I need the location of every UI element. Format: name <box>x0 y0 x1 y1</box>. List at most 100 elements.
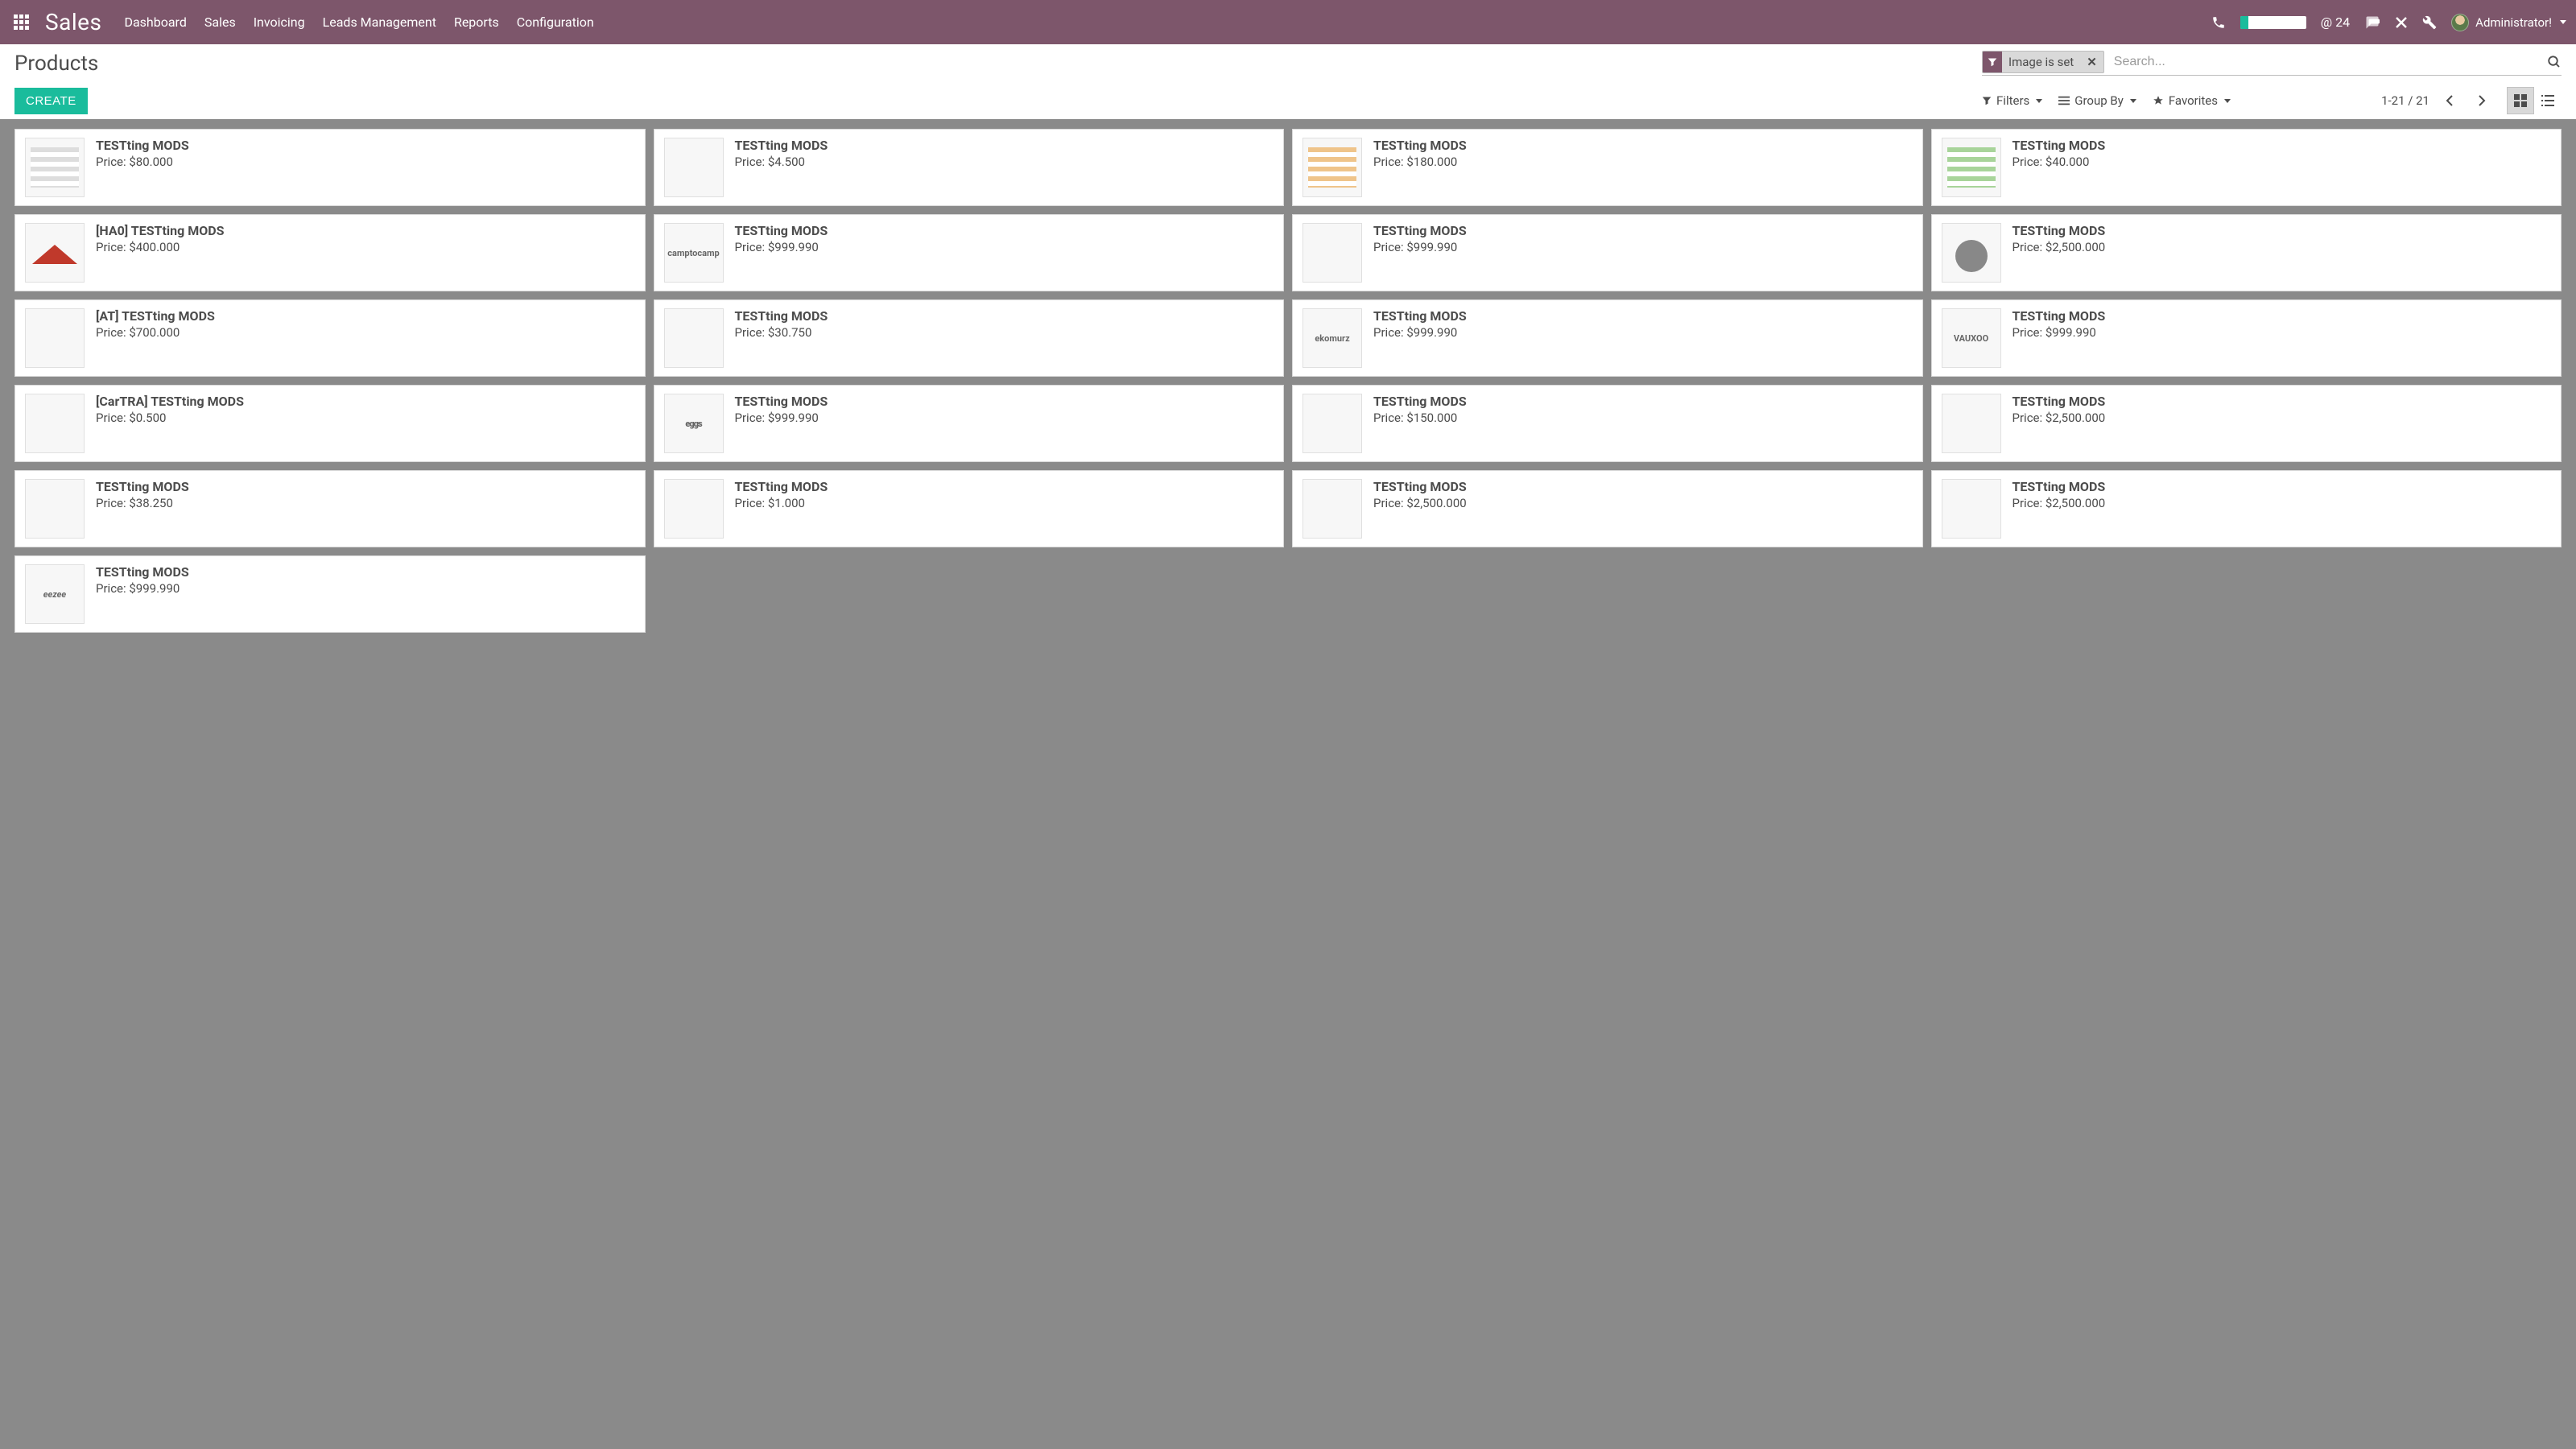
product-info: TESTting MODSPrice: $40.000 <box>2013 138 2552 169</box>
product-price: Price: $30.750 <box>735 325 1274 340</box>
product-name: [CarTRA] TESTting MODS <box>96 394 635 409</box>
apps-icon[interactable] <box>10 10 34 35</box>
pager-prev-button[interactable] <box>2438 89 2462 113</box>
filters-button[interactable]: Filters <box>1982 93 2042 108</box>
user-name: Administrator! <box>2475 15 2552 30</box>
phone-icon[interactable] <box>2211 15 2226 30</box>
search-icon[interactable] <box>2547 55 2562 69</box>
top-navbar: Sales Dashboard Sales Invoicing Leads Manag… <box>0 0 2576 44</box>
product-info: [AT] TESTting MODSPrice: $700.000 <box>96 308 635 340</box>
product-card[interactable]: eggsTESTting MODSPrice: $999.990 <box>654 385 1285 462</box>
close-icon[interactable] <box>2395 16 2408 29</box>
create-button[interactable]: CREATE <box>14 88 88 114</box>
product-card[interactable]: [HA0] TESTting MODSPrice: $400.000 <box>14 214 646 291</box>
product-price: Price: $180.000 <box>1373 155 1913 169</box>
product-info: TESTting MODSPrice: $2,500.000 <box>1373 479 1913 510</box>
product-info: TESTting MODSPrice: $999.990 <box>1373 308 1913 340</box>
product-info: TESTting MODSPrice: $2,500.000 <box>2013 479 2552 510</box>
product-card[interactable]: TESTting MODSPrice: $30.750 <box>654 299 1285 377</box>
product-card[interactable]: TESTting MODSPrice: $40.000 <box>1931 129 2562 206</box>
product-info: [CarTRA] TESTting MODSPrice: $0.500 <box>96 394 635 425</box>
product-name: TESTting MODS <box>1373 138 1913 153</box>
product-name: TESTting MODS <box>96 479 635 494</box>
chevron-down-icon <box>2036 99 2042 103</box>
product-thumbnail: eezee <box>25 564 85 624</box>
product-card[interactable]: TESTting MODSPrice: $2,500.000 <box>1931 214 2562 291</box>
messages-button[interactable]: @ 24 <box>2321 14 2350 30</box>
product-info: [HA0] TESTting MODSPrice: $400.000 <box>96 223 635 254</box>
chat-icon[interactable] <box>2364 15 2380 30</box>
top-menu-item[interactable]: Sales <box>204 14 236 30</box>
product-thumbnail <box>1942 479 2001 539</box>
product-card[interactable]: TESTting MODSPrice: $4.500 <box>654 129 1285 206</box>
funnel-icon <box>1983 52 2002 72</box>
app-brand[interactable]: Sales <box>45 9 101 35</box>
favorites-button[interactable]: Favorites <box>2153 93 2231 108</box>
pager-text[interactable]: 1-21 / 21 <box>2381 93 2429 108</box>
facet-label: Image is set <box>2002 55 2080 69</box>
product-name: TESTting MODS <box>96 564 635 580</box>
product-card[interactable]: ekomurz TESTting MODSPrice: $999.990 <box>1292 299 1923 377</box>
product-name: TESTting MODS <box>1373 223 1913 238</box>
product-name: TESTting MODS <box>735 308 1274 324</box>
product-thumbnail <box>25 223 85 283</box>
product-card[interactable]: TESTting MODSPrice: $2,500.000 <box>1931 385 2562 462</box>
user-menu[interactable]: Administrator! <box>2451 14 2566 31</box>
product-name: [AT] TESTting MODS <box>96 308 635 324</box>
product-card[interactable]: [AT] TESTting MODSPrice: $700.000 <box>14 299 646 377</box>
product-info: TESTting MODSPrice: $80.000 <box>96 138 635 169</box>
product-card[interactable]: TESTting MODS Price: $180.000 <box>1292 129 1923 206</box>
product-thumbnail <box>664 479 724 539</box>
product-card[interactable]: TESTting MODSPrice: $2,500.000 <box>1931 470 2562 547</box>
product-card[interactable]: VAUXOOTESTting MODSPrice: $999.990 <box>1931 299 2562 377</box>
product-thumbnail: ekomurz <box>1302 308 1362 368</box>
product-info: TESTting MODSPrice: $999.990 <box>1373 223 1913 254</box>
search-facet: Image is set ✕ <box>1982 51 2104 73</box>
product-card[interactable]: TESTting MODSPrice: $150.000 <box>1292 385 1923 462</box>
top-menu-item[interactable]: Reports <box>454 14 499 30</box>
product-thumbnail <box>25 138 85 197</box>
product-card[interactable]: TESTting MODSPrice: $999.990 <box>1292 214 1923 291</box>
search-input[interactable] <box>2109 52 2542 72</box>
wrench-icon[interactable] <box>2422 15 2437 30</box>
product-card[interactable]: TESTting MODSPrice: $80.000 <box>14 129 646 206</box>
product-card[interactable]: eezeeTESTting MODSPrice: $999.990 <box>14 555 646 633</box>
product-price: Price: $2,500.000 <box>2013 240 2552 254</box>
product-info: TESTting MODSPrice: $2,500.000 <box>2013 223 2552 254</box>
product-card[interactable]: TESTting MODS Price: $38.250 <box>14 470 646 547</box>
product-card[interactable]: [CarTRA] TESTting MODSPrice: $0.500 <box>14 385 646 462</box>
product-thumbnail: VAUXOO <box>1942 308 2001 368</box>
product-price: Price: $999.990 <box>1373 325 1913 340</box>
product-name: TESTting MODS <box>735 223 1274 238</box>
product-thumbnail <box>1302 479 1362 539</box>
groupby-button[interactable]: Group By <box>2058 93 2136 108</box>
product-thumbnail <box>664 308 724 368</box>
product-name: TESTting MODS <box>735 479 1274 494</box>
product-info: TESTting MODSPrice: $2,500.000 <box>2013 394 2552 425</box>
facet-remove-button[interactable]: ✕ <box>2080 55 2103 69</box>
top-menu-item[interactable]: Configuration <box>517 14 594 30</box>
progress-indicator[interactable] <box>2240 16 2306 29</box>
product-price: Price: $2,500.000 <box>2013 411 2552 425</box>
product-price: Price: $80.000 <box>96 155 635 169</box>
kanban-view-button[interactable] <box>2507 87 2534 114</box>
product-thumbnail <box>25 479 85 539</box>
product-price: Price: $4.500 <box>735 155 1274 169</box>
product-card[interactable]: camptocampTESTting MODSPrice: $999.990 <box>654 214 1285 291</box>
top-menu-item[interactable]: Invoicing <box>254 14 305 30</box>
product-price: Price: $38.250 <box>96 496 635 510</box>
product-price: Price: $1.000 <box>735 496 1274 510</box>
product-thumbnail <box>664 138 724 197</box>
pager-next-button[interactable] <box>2470 89 2494 113</box>
product-card[interactable]: TESTting MODS Price: $1.000 <box>654 470 1285 547</box>
product-name: TESTting MODS <box>2013 479 2552 494</box>
product-name: TESTting MODS <box>2013 308 2552 324</box>
product-info: TESTting MODSPrice: $999.990 <box>735 394 1274 425</box>
top-menu-item[interactable]: Leads Management <box>323 14 436 30</box>
list-view-button[interactable] <box>2534 87 2562 114</box>
product-info: TESTting MODS Price: $38.250 <box>96 479 635 510</box>
product-card[interactable]: TESTting MODSPrice: $2,500.000 <box>1292 470 1923 547</box>
product-thumbnail: camptocamp <box>664 223 724 283</box>
product-thumbnail <box>1302 138 1362 197</box>
top-menu-item[interactable]: Dashboard <box>124 14 186 30</box>
